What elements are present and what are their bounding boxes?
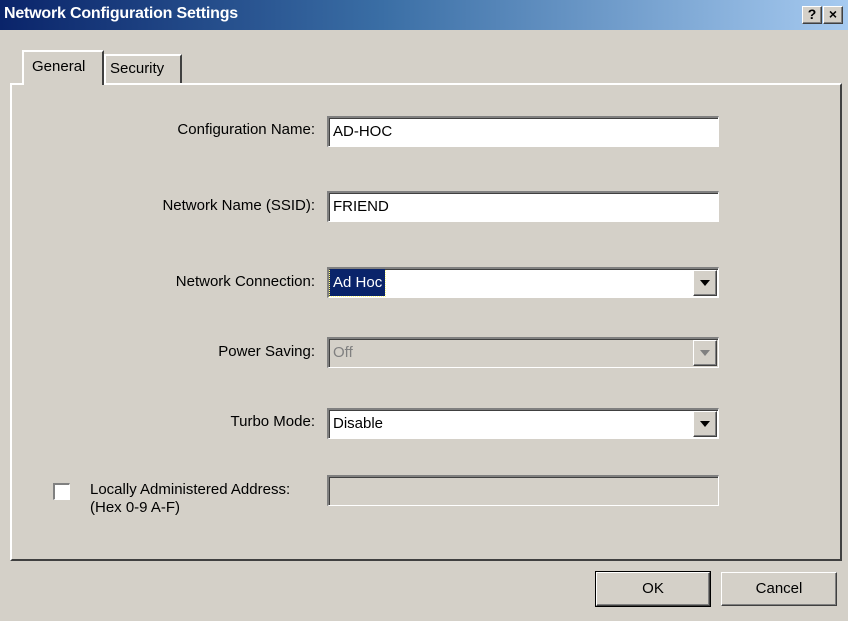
close-icon: × xyxy=(828,6,838,22)
window-title: Network Configuration Settings xyxy=(4,5,239,22)
title-bar: Network Configuration Settings ? × xyxy=(0,0,848,30)
cancel-button-label: Cancel xyxy=(755,580,803,597)
close-button[interactable]: × xyxy=(823,6,843,24)
help-icon: ? xyxy=(807,6,817,22)
ok-button-label: OK xyxy=(642,580,664,597)
tab-general-label: General xyxy=(32,58,86,75)
ok-button[interactable]: OK xyxy=(595,571,711,607)
tab-security-label: Security xyxy=(110,60,165,77)
help-button[interactable]: ? xyxy=(802,6,822,24)
tab-general[interactable]: General xyxy=(22,50,104,85)
cancel-button[interactable]: Cancel xyxy=(721,572,837,606)
tab-security[interactable]: Security xyxy=(104,54,182,84)
general-tab-panel xyxy=(10,83,842,561)
